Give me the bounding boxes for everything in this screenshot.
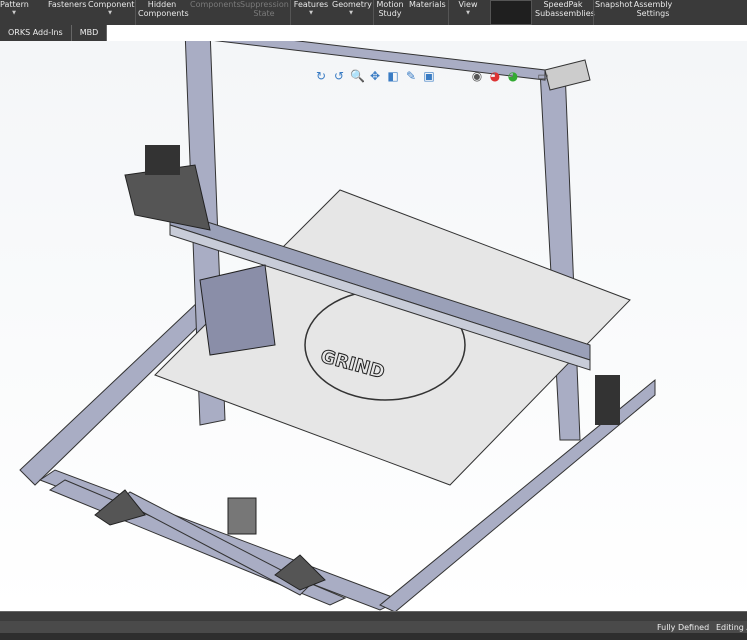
chevron-down-icon: ▼ xyxy=(349,10,353,16)
label: Components xyxy=(190,0,241,9)
stepper-motor xyxy=(145,145,180,175)
label: SpeedPak Subassemblies xyxy=(535,0,595,18)
label: Component xyxy=(88,0,135,9)
components-button[interactable]: Components xyxy=(190,0,241,9)
chevron-down-icon: ▼ xyxy=(466,10,470,16)
assembly-settings-button[interactable]: Assembly Settings xyxy=(632,0,674,18)
display-icon[interactable]: ▭ xyxy=(536,69,550,83)
label: Suppression State xyxy=(240,0,289,18)
label: Motion Study xyxy=(376,0,404,18)
label: Snapshot xyxy=(595,0,633,9)
chevron-down-icon: ▼ xyxy=(12,10,16,16)
status-bar: Fully Defined Editing A xyxy=(0,621,747,633)
command-manager-ribbon: Pattern ▼ Fasteners Component ▼ Hidden Com… xyxy=(0,0,747,25)
component-button[interactable]: Component ▼ xyxy=(88,0,135,18)
section-icon[interactable]: ◧ xyxy=(386,69,400,83)
label: Hidden Components xyxy=(138,0,189,18)
fasteners-button[interactable]: Fasteners xyxy=(48,0,87,9)
view-button[interactable]: View ▼ xyxy=(452,0,484,18)
frame-rail-left xyxy=(19,299,216,486)
speedpak-button[interactable]: SpeedPak Subassemblies xyxy=(535,0,595,18)
horizontal-scrollbar[interactable] xyxy=(0,611,747,621)
rotate-icon[interactable]: ↻ xyxy=(314,69,328,83)
hotend xyxy=(199,264,276,356)
label: Fasteners xyxy=(48,0,87,9)
scene-icon[interactable]: ◕ xyxy=(506,69,520,83)
status-defined: Fully Defined xyxy=(657,623,710,632)
motion-study-button[interactable]: Motion Study xyxy=(375,0,405,18)
empty-slot xyxy=(490,0,532,25)
hidden-components-button[interactable]: Hidden Components xyxy=(138,0,189,18)
status-editing: Editing A xyxy=(716,623,747,632)
redo-icon[interactable]: ↺ xyxy=(332,69,346,83)
y-tensioner xyxy=(227,497,257,535)
tab-addins[interactable]: ORKS Add-Ins xyxy=(0,25,72,41)
label: Materials xyxy=(409,0,446,9)
z-motor xyxy=(595,375,620,425)
suppression-state-button[interactable]: Suppression State xyxy=(240,0,289,18)
tab-mbd[interactable]: MBD xyxy=(71,25,108,41)
taskbar xyxy=(0,633,747,640)
features-button[interactable]: Features ▼ xyxy=(293,0,329,18)
zoom-icon[interactable]: 🔍 xyxy=(350,69,365,83)
label: Pattern xyxy=(0,0,29,9)
appearance-icon[interactable]: ✎ xyxy=(404,69,418,83)
graphics-area[interactable]: GRIND ↻ ↺ 🔍 ✥ ◧ ✎ ▣ ◉ ◕ ◕ ▭ xyxy=(0,29,747,613)
pan-icon[interactable]: ✥ xyxy=(368,69,382,83)
heads-up-toolbar: ↻ ↺ 🔍 ✥ ◧ ✎ ▣ ◉ ◕ ◕ ▭ xyxy=(314,69,550,83)
display-style-icon[interactable]: ▣ xyxy=(422,69,436,83)
snapshot-button[interactable]: Snapshot xyxy=(595,0,633,9)
materials-button[interactable]: Materials xyxy=(409,0,446,9)
printer-model: GRIND xyxy=(19,29,656,613)
edit-appearance-icon[interactable]: ◕ xyxy=(488,69,502,83)
label: Features xyxy=(293,0,329,9)
pattern-button[interactable]: Pattern ▼ xyxy=(0,0,29,18)
label: Assembly Settings xyxy=(633,0,673,18)
label: View xyxy=(458,0,478,9)
chevron-down-icon: ▼ xyxy=(309,10,313,16)
tab-bar: ORKS Add-Ins MBD xyxy=(0,25,108,41)
chevron-down-icon: ▼ xyxy=(108,10,112,16)
label: Geometry xyxy=(332,0,372,9)
hide-show-icon[interactable]: ◉ xyxy=(470,69,484,83)
geometry-button[interactable]: Geometry ▼ xyxy=(332,0,372,18)
